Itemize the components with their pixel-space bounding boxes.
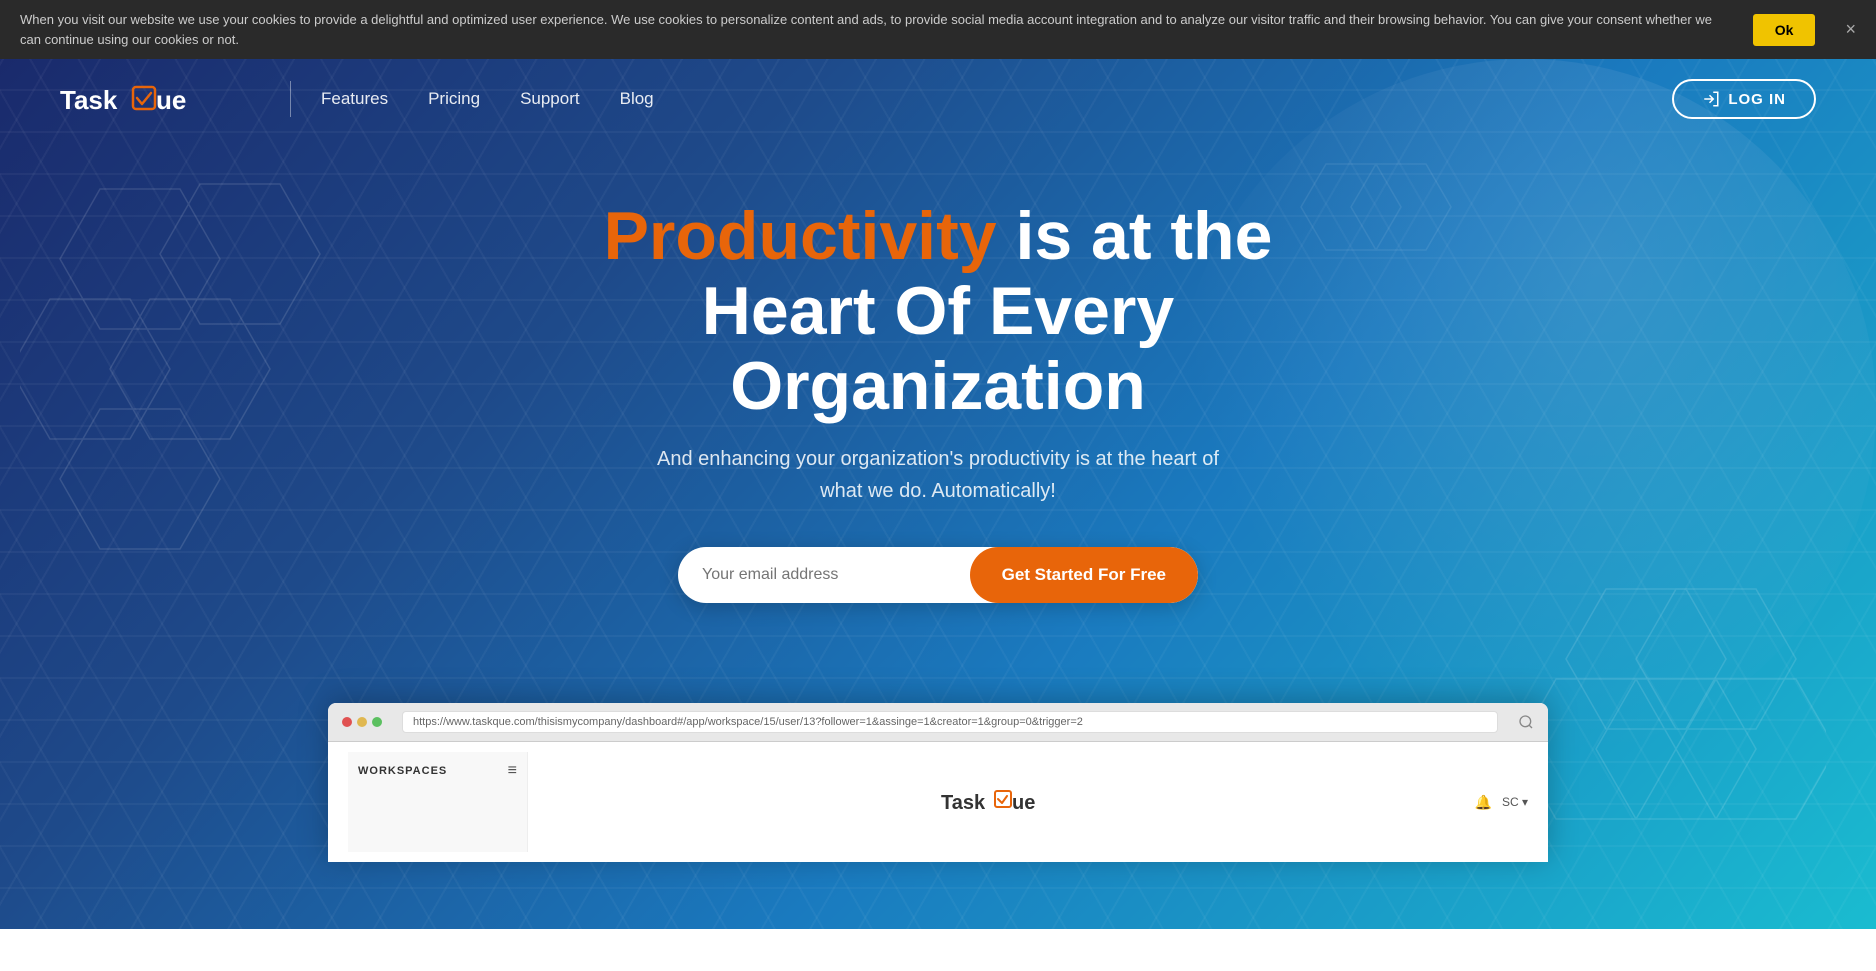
browser-sidebar: WORKSPACES ≡	[348, 752, 528, 852]
browser-content: WORKSPACES ≡ Task ue 🔔 SC ▾	[328, 742, 1548, 862]
browser-logo-svg: Task ue	[941, 785, 1061, 819]
cookie-text: When you visit our website we use your c…	[20, 10, 1733, 49]
browser-dot-red	[342, 717, 352, 727]
svg-text:Task: Task	[941, 792, 986, 814]
nav-pricing[interactable]: Pricing	[428, 89, 480, 109]
browser-main: Task ue	[548, 785, 1455, 819]
hero-content: Productivity is at the Heart Of Every Or…	[0, 139, 1876, 663]
cookie-close-button[interactable]: ×	[1845, 19, 1856, 40]
nav-features[interactable]: Features	[321, 89, 388, 109]
nav-support[interactable]: Support	[520, 89, 580, 109]
logo[interactable]: Task ue	[60, 79, 230, 119]
browser-sc-label[interactable]: SC ▾	[1502, 795, 1528, 809]
email-input[interactable]	[678, 548, 970, 602]
cookie-ok-button[interactable]: Ok	[1753, 14, 1816, 46]
browser-menu-icon[interactable]: ≡	[508, 762, 517, 780]
svg-text:ue: ue	[1012, 792, 1035, 814]
nav-divider	[290, 81, 291, 117]
browser-bar: https://www.taskque.com/thisismycompany/…	[328, 703, 1548, 742]
hero-title: Productivity is at the Heart Of Every Or…	[488, 199, 1388, 423]
logo-svg: Task ue	[60, 79, 230, 119]
browser-url-bar[interactable]: https://www.taskque.com/thisismycompany/…	[402, 711, 1498, 733]
browser-topbar-icons: 🔔 SC ▾	[1475, 794, 1528, 811]
nav-links: Features Pricing Support Blog	[321, 89, 1672, 109]
get-started-button[interactable]: Get Started For Free	[970, 547, 1198, 603]
cookie-banner: When you visit our website we use your c…	[0, 0, 1876, 59]
login-icon	[1702, 90, 1720, 108]
browser-dots	[342, 717, 382, 727]
hero-subtitle: And enhancing your organization's produc…	[638, 443, 1238, 507]
hero-section: Task ue Features Pricing Support Blog LO…	[0, 59, 1876, 929]
browser-bell-icon[interactable]: 🔔	[1475, 794, 1492, 811]
svg-text:Task: Task	[60, 85, 118, 115]
login-button[interactable]: LOG IN	[1672, 79, 1816, 119]
browser-dot-yellow	[357, 717, 367, 727]
svg-text:ue: ue	[156, 85, 186, 115]
navbar: Task ue Features Pricing Support Blog LO…	[0, 59, 1876, 139]
browser-preview: https://www.taskque.com/thisismycompany/…	[328, 703, 1548, 862]
nav-blog[interactable]: Blog	[620, 89, 654, 109]
browser-sidebar-title: WORKSPACES	[358, 765, 447, 777]
browser-dot-green	[372, 717, 382, 727]
email-cta-form: Get Started For Free	[678, 547, 1198, 603]
browser-search-icon	[1518, 714, 1534, 730]
